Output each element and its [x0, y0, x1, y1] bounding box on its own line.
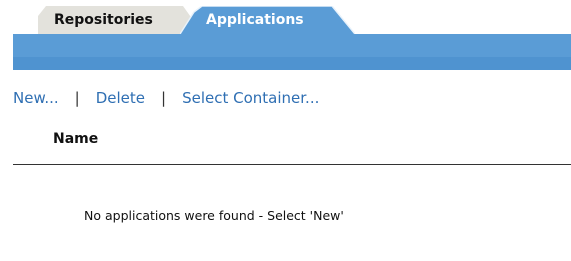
column-header-name[interactable]: Name: [53, 131, 98, 147]
tab-applications[interactable]: Applications: [180, 6, 355, 34]
separator: |: [161, 89, 167, 107]
tab-applications-label: Applications: [206, 12, 304, 28]
new-link[interactable]: New...: [13, 89, 59, 107]
delete-link[interactable]: Delete: [96, 89, 145, 107]
applications-page: Repositories Applications New... | Delet…: [0, 0, 571, 261]
separator: |: [74, 89, 80, 107]
header-bar-shade: [13, 57, 571, 70]
column-header-divider: [13, 164, 571, 165]
tab-repositories[interactable]: Repositories: [38, 6, 203, 34]
select-container-link[interactable]: Select Container...: [182, 89, 319, 107]
empty-message: No applications were found - Select 'New…: [84, 208, 344, 223]
tab-repositories-label: Repositories: [54, 12, 153, 28]
action-bar: New... | Delete | Select Container...: [13, 86, 319, 110]
